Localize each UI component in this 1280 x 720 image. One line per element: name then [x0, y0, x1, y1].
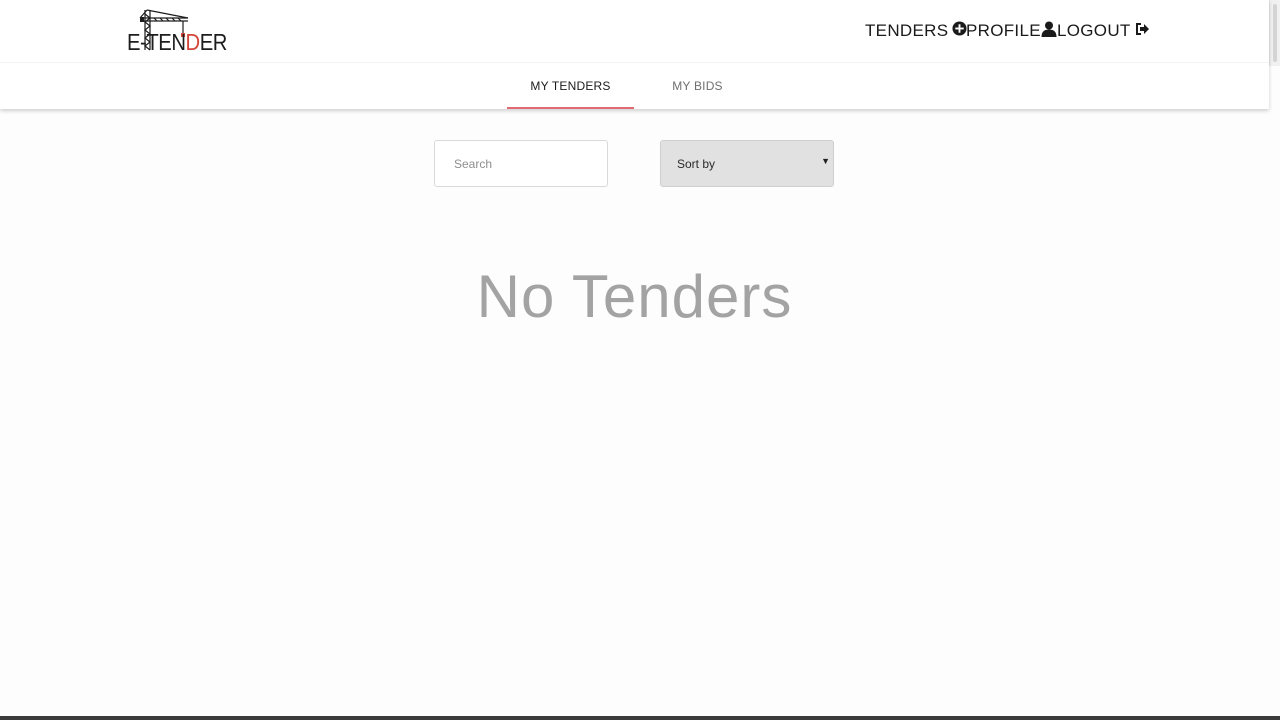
nav-tenders-link[interactable]: TENDERS: [865, 20, 967, 42]
scrollbar[interactable]: [1269, 0, 1280, 66]
top-navbar: E-TENDER TENDERS PROFILE LOGOUT MY TENDE…: [0, 0, 1269, 109]
tab-my-tenders[interactable]: MY TENDERS: [507, 66, 634, 109]
scrollbar-thumb[interactable]: [1273, 4, 1277, 62]
nav-logout-link[interactable]: LOGOUT: [1057, 20, 1150, 42]
tab-my-bids[interactable]: MY BIDS: [634, 66, 761, 109]
nav-logout-label: LOGOUT: [1057, 21, 1131, 40]
triangle-down-icon: ▼: [821, 156, 830, 166]
logo-text: E-TENDER: [127, 29, 227, 55]
empty-state-title: No Tenders: [476, 263, 793, 330]
sort-by-select[interactable]: Sort by ▼: [660, 140, 834, 187]
search-input[interactable]: [434, 140, 608, 187]
sort-by-label: Sort by: [677, 157, 716, 171]
user-icon: [1041, 21, 1057, 42]
nav-profile-label: PROFILE: [966, 21, 1041, 40]
sign-out-icon: [1135, 21, 1150, 41]
nav-profile-link[interactable]: PROFILE: [966, 20, 1057, 42]
nav-tenders-label: TENDERS: [865, 21, 949, 40]
e-tender-logo[interactable]: E-TENDER: [126, 8, 227, 55]
bottom-edge-bar: [0, 716, 1280, 720]
navbar-divider: [0, 62, 1269, 63]
